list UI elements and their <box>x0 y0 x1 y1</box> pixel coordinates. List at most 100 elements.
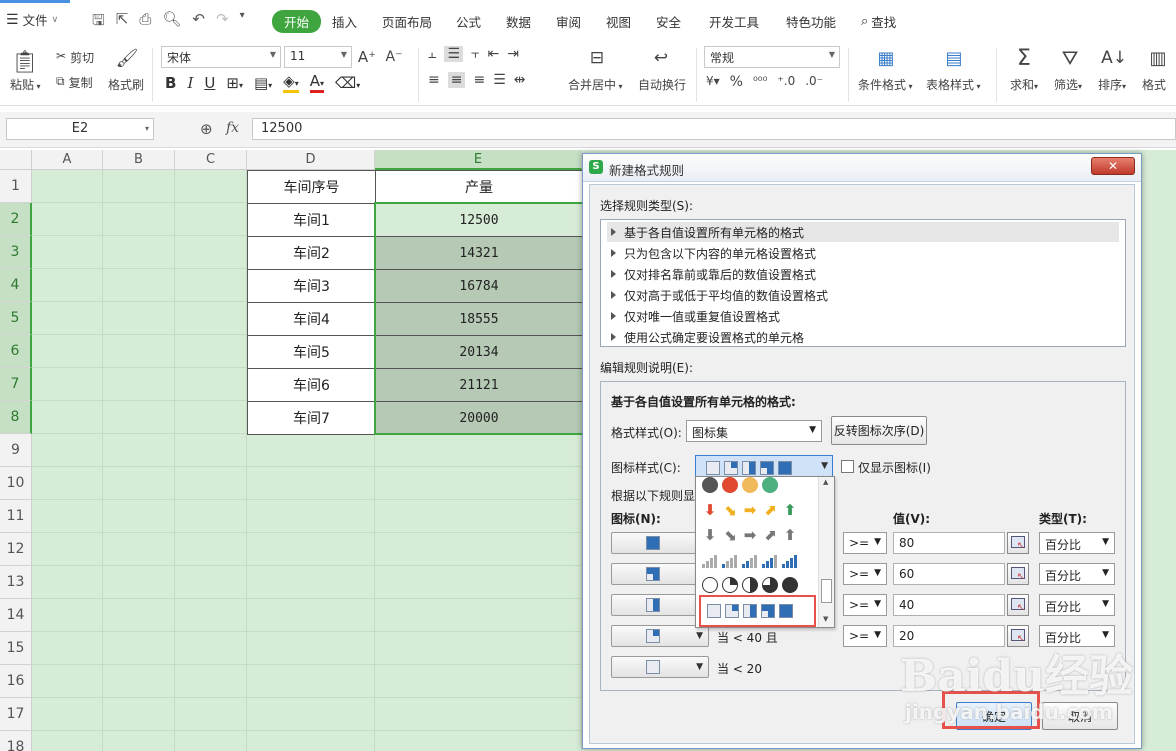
grid-cell[interactable] <box>175 368 247 401</box>
grid-cell[interactable] <box>175 170 247 203</box>
grid-cell[interactable] <box>175 566 247 599</box>
decrease-decimal-icon[interactable]: .0⁻ <box>805 74 823 90</box>
grid-cell[interactable] <box>103 533 175 566</box>
format-button[interactable]: 格式 <box>1142 76 1166 93</box>
grid-cell[interactable] <box>103 236 175 269</box>
icon-select[interactable]: ▼ <box>611 656 709 678</box>
grid-cell[interactable] <box>175 467 247 500</box>
grid-cell[interactable] <box>103 467 175 500</box>
scroll-down-icon[interactable]: ▼ <box>823 615 828 623</box>
grid-cell[interactable] <box>175 533 247 566</box>
formula-input[interactable]: 12500 <box>252 118 1176 140</box>
grid-cell[interactable] <box>103 269 175 302</box>
currency-icon[interactable]: ¥▾ <box>706 74 720 90</box>
italic-icon[interactable]: I <box>187 74 193 92</box>
table-cell[interactable]: 20000 <box>375 401 583 435</box>
grid-cell[interactable] <box>175 236 247 269</box>
align-top-icon[interactable]: ⫠ <box>428 46 436 62</box>
column-header-d[interactable]: D <box>247 150 375 170</box>
grid-cell[interactable] <box>247 467 375 500</box>
print-icon[interactable]: ⎙ <box>139 10 151 35</box>
row-header-15[interactable]: 15 <box>0 632 32 665</box>
row-header-10[interactable]: 10 <box>0 467 32 500</box>
grid-cell[interactable] <box>175 401 247 434</box>
grid-cell[interactable] <box>32 401 103 434</box>
thousands-icon[interactable]: ⁰⁰⁰ <box>753 74 767 90</box>
dropdown-scrollbar[interactable]: ▲ ▼ <box>818 477 834 627</box>
value-input[interactable]: 60 <box>893 563 1005 585</box>
grid-cell[interactable] <box>375 467 582 500</box>
copy-button[interactable]: ⧉ 复制 <box>56 74 93 91</box>
more-icon[interactable]: ▾ <box>240 10 245 35</box>
grid-cell[interactable] <box>103 401 175 434</box>
header-cell[interactable]: 产量 <box>375 170 583 204</box>
grid-cell[interactable] <box>175 632 247 665</box>
grid-cell[interactable] <box>103 566 175 599</box>
grid-cell[interactable] <box>175 599 247 632</box>
column-header-a[interactable]: A <box>32 150 103 170</box>
row-header-2[interactable]: 2 <box>0 203 32 236</box>
row-header-1[interactable]: 1 <box>0 170 32 203</box>
dropdown-item-circles[interactable] <box>702 474 778 496</box>
row-header-14[interactable]: 14 <box>0 599 32 632</box>
justify-icon[interactable]: ☰ <box>493 72 506 88</box>
grid-cell[interactable] <box>247 500 375 533</box>
grid-cell[interactable] <box>375 665 582 698</box>
type-select[interactable]: 百分比 ▼ <box>1039 594 1115 616</box>
select-all-corner[interactable] <box>0 150 32 170</box>
dropdown-item-quarter-pies[interactable] <box>702 574 798 596</box>
align-center-icon[interactable]: ≡ <box>447 72 466 88</box>
undo-icon[interactable]: ↶ <box>192 10 205 35</box>
row-header-4[interactable]: 4 <box>0 269 32 302</box>
header-cell[interactable]: 车间序号 <box>247 170 376 204</box>
grid-cell[interactable] <box>247 566 375 599</box>
paste-icon[interactable]: 📋︎ <box>10 48 40 76</box>
grid-cell[interactable] <box>375 500 582 533</box>
grid-cell[interactable] <box>32 500 103 533</box>
value-input[interactable]: 80 <box>893 532 1005 554</box>
grid-cell[interactable] <box>32 731 103 751</box>
grid-cell[interactable] <box>32 566 103 599</box>
increase-decimal-icon[interactable]: ⁺.0 <box>777 74 795 90</box>
grid-cell[interactable] <box>32 335 103 368</box>
grid-cell[interactable] <box>103 335 175 368</box>
operator-select[interactable]: >= ▼ <box>843 625 887 647</box>
table-cell[interactable]: 车间5 <box>247 335 376 369</box>
grid-cell[interactable] <box>375 599 582 632</box>
grid-cell[interactable] <box>247 599 375 632</box>
grid-cell[interactable] <box>32 467 103 500</box>
grid-cell[interactable] <box>103 203 175 236</box>
row-header-5[interactable]: 5 <box>0 302 32 335</box>
grid-cell[interactable] <box>32 698 103 731</box>
table-cell[interactable]: 车间3 <box>247 269 376 303</box>
indent-increase-icon[interactable]: ⇥ <box>507 46 519 62</box>
grid-cell[interactable] <box>175 203 247 236</box>
tab-security[interactable]: 安全 <box>656 12 681 31</box>
tab-view[interactable]: 视图 <box>606 12 631 31</box>
row-header-9[interactable]: 9 <box>0 434 32 467</box>
grid-cell[interactable] <box>375 731 582 751</box>
sum-button[interactable]: 求和▾ <box>1010 76 1038 93</box>
grid-cell[interactable] <box>375 698 582 731</box>
grid-cell[interactable] <box>103 698 175 731</box>
row-header-3[interactable]: 3 <box>0 236 32 269</box>
grid-cell[interactable] <box>32 599 103 632</box>
show-icon-only-checkbox[interactable] <box>841 460 854 473</box>
rule-type-item[interactable]: 基于各自值设置所有单元格的格式 <box>607 222 1119 242</box>
search-box[interactable]: ⌕ 查找 <box>861 12 896 31</box>
grid-cell[interactable] <box>103 731 175 751</box>
grid-cell[interactable] <box>32 632 103 665</box>
table-cell[interactable]: 车间7 <box>247 401 376 435</box>
align-right-icon[interactable]: ≡ <box>473 72 485 88</box>
grid-cell[interactable] <box>103 434 175 467</box>
font-size-select[interactable]: 11 ▼ <box>284 46 352 68</box>
print-preview-icon[interactable]: 🔍︎ <box>162 10 181 35</box>
tab-page-layout[interactable]: 页面布局 <box>382 12 432 31</box>
icon-select[interactable]: ▼ <box>611 625 709 647</box>
tab-review[interactable]: 审阅 <box>556 12 581 31</box>
number-format-select[interactable]: 常规 ▼ <box>704 46 840 68</box>
rule-type-item[interactable]: 仅对唯一值或重复值设置格式 <box>607 306 1119 326</box>
format-style-select[interactable]: 图标集 ▼ <box>686 420 822 442</box>
grid-cell[interactable] <box>32 269 103 302</box>
paste-button[interactable]: 粘贴 ▾ <box>10 76 41 93</box>
